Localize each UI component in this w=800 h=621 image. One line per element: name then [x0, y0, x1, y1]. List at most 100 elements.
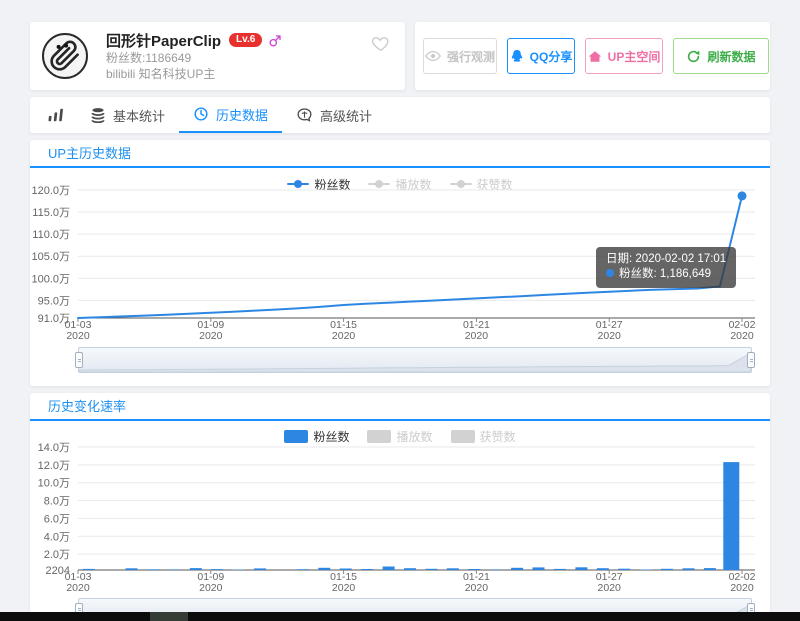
bar[interactable] [254, 568, 266, 570]
actions-card: 强行观测 QQ分享 UP主空间 刷新数据 [415, 22, 770, 90]
y-tick-label: 110.0万 [32, 229, 70, 241]
bar[interactable] [490, 569, 502, 570]
qq-share-button[interactable]: QQ分享 [507, 38, 575, 74]
followers-count: 粉丝数:1186649 [106, 51, 283, 66]
bar[interactable] [640, 570, 652, 571]
avatar[interactable] [42, 33, 88, 79]
database-icon [90, 107, 106, 123]
bar[interactable] [468, 569, 480, 570]
bar[interactable] [233, 570, 245, 571]
x-tick-year: 2020 [66, 330, 90, 342]
bar[interactable] [126, 568, 138, 570]
x-tick-year: 2020 [730, 330, 754, 342]
datazoom1-handle-right[interactable] [747, 352, 755, 368]
tab-trend-overview[interactable] [38, 97, 76, 133]
last-data-point[interactable] [738, 191, 747, 200]
eye-icon [425, 50, 441, 62]
tab-basic-stats[interactable]: 基本统计 [76, 97, 179, 133]
bar[interactable] [575, 567, 587, 570]
bar[interactable] [533, 567, 545, 570]
bar[interactable] [661, 569, 673, 570]
y-tick-label: 95.0万 [38, 295, 70, 307]
tooltip-date-label: 日期: [606, 253, 632, 265]
tooltip-series-dot [606, 269, 614, 277]
bar[interactable] [723, 462, 739, 570]
qq-share-label: QQ分享 [530, 48, 573, 65]
datazoom-shadow-1 [79, 348, 751, 372]
bar[interactable] [190, 568, 202, 570]
up-space-label: UP主空间 [608, 48, 661, 65]
x-tick-year: 2020 [465, 582, 489, 594]
profile-card: 回形针PaperClip Lv.6 粉丝数:1186649 bilibili 知… [30, 22, 405, 90]
y-tick-label: 120.0万 [31, 185, 70, 197]
bar[interactable] [361, 569, 373, 570]
bar[interactable] [511, 568, 523, 570]
bar[interactable] [704, 568, 716, 570]
profile-description: bilibili 知名科技UP主 [106, 67, 283, 82]
y-tick-label: 10.0万 [38, 478, 70, 490]
bar[interactable] [554, 569, 566, 570]
bar[interactable] [147, 569, 159, 570]
bar[interactable] [618, 569, 630, 570]
favorite-heart-icon[interactable] [371, 34, 391, 57]
chart-tooltip: 日期: 2020-02-02 17:01 粉丝数: 1,186,649 [596, 247, 736, 288]
profile-name: 回形针PaperClip [106, 30, 221, 51]
x-tick-year: 2020 [465, 330, 489, 342]
tooltip-series-label: 粉丝数: [619, 268, 657, 280]
history-chart-card: UP主历史数据 粉丝数播放数获赞数 91.0万95.0万100.0万105.0万… [30, 140, 770, 386]
bar[interactable] [383, 567, 395, 571]
y-tick-label: 14.0万 [38, 442, 70, 454]
bar[interactable] [683, 568, 695, 570]
tab-advanced-stats[interactable]: 高级统计 [282, 97, 386, 133]
followers-rate-bar-chart[interactable]: 22042.0万4.0万6.0万8.0万10.0万12.0万14.0万01-03… [30, 430, 770, 596]
brain-icon [296, 107, 313, 123]
bar[interactable] [297, 569, 309, 570]
bar[interactable] [211, 569, 223, 570]
tooltip-series-value: 1,186,649 [660, 268, 711, 280]
y-tick-label: 105.0万 [31, 251, 70, 263]
y-tick-label: 2.0万 [44, 549, 70, 561]
section-title-history: UP主历史数据 [30, 140, 770, 168]
bar[interactable] [318, 568, 330, 570]
x-tick-year: 2020 [598, 330, 622, 342]
bar[interactable] [168, 569, 180, 570]
y-tick-label: 6.0万 [44, 513, 70, 525]
gender-icon [268, 33, 283, 48]
refresh-data-label: 刷新数据 [707, 48, 755, 65]
x-tick-year: 2020 [332, 330, 356, 342]
y-tick-label: 100.0万 [31, 273, 70, 285]
tab-history-data-label: 历史数据 [216, 105, 268, 124]
refresh-data-button[interactable]: 刷新数据 [673, 38, 769, 74]
page: 回形针PaperClip Lv.6 粉丝数:1186649 bilibili 知… [0, 0, 800, 621]
bar[interactable] [597, 568, 609, 570]
x-tick-year: 2020 [199, 582, 223, 594]
y-tick-label: 12.0万 [38, 460, 70, 472]
tab-basic-stats-label: 基本统计 [113, 106, 165, 125]
bar[interactable] [404, 568, 416, 570]
bar[interactable] [447, 568, 459, 570]
datazoom-slider-1[interactable] [78, 347, 752, 373]
x-tick-year: 2020 [199, 330, 223, 342]
bar[interactable] [425, 569, 437, 570]
datazoom1-handle-left[interactable] [75, 352, 83, 368]
tab-bar: 基本统计 历史数据 高级统计 [30, 97, 770, 133]
y-tick-label: 115.0万 [32, 207, 70, 219]
force-observe-button[interactable]: 强行观测 [423, 38, 497, 74]
x-tick-year: 2020 [66, 582, 90, 594]
tab-history-data[interactable]: 历史数据 [179, 97, 282, 133]
x-tick-year: 2020 [598, 582, 622, 594]
tab-advanced-stats-label: 高级统计 [320, 106, 372, 125]
rate-chart-card: 历史变化速率 粉丝数播放数获赞数 22042.0万4.0万6.0万8.0万10.… [30, 393, 770, 621]
bar[interactable] [340, 569, 352, 571]
force-observe-label: 强行观测 [447, 48, 495, 65]
axes: 22042.0万4.0万6.0万8.0万10.0万12.0万14.0万01-03… [38, 442, 756, 594]
home-icon [588, 50, 602, 63]
bottom-dark-strip [0, 612, 800, 621]
refresh-icon [686, 49, 701, 64]
level-badge: Lv.6 [229, 33, 262, 47]
bar[interactable] [83, 569, 95, 570]
up-space-button[interactable]: UP主空间 [585, 38, 663, 74]
qq-penguin-icon [510, 49, 524, 64]
x-tick-year: 2020 [332, 582, 356, 594]
section-title-rate: 历史变化速率 [30, 393, 770, 421]
